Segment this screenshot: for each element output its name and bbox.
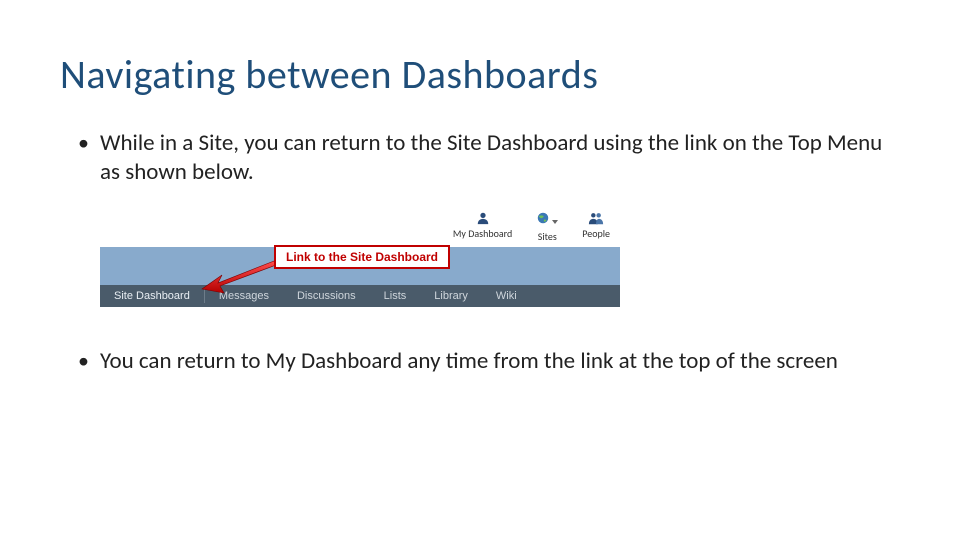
people-icon — [588, 211, 604, 225]
person-icon — [476, 211, 490, 225]
nav-people-label: People — [582, 227, 610, 240]
slide: Navigating between Dashboards While in a… — [0, 0, 960, 540]
tab-site-dashboard[interactable]: Site Dashboard — [100, 285, 204, 307]
bullet-1: While in a Site, you can return to the S… — [60, 129, 900, 187]
tab-lists[interactable]: Lists — [370, 285, 421, 307]
top-nav: My Dashboard Sites — [100, 205, 620, 247]
nav-my-dashboard-label: My Dashboard — [453, 227, 512, 240]
tab-wiki[interactable]: Wiki — [482, 285, 531, 307]
callout-box: Link to the Site Dashboard — [274, 245, 450, 269]
tab-discussions[interactable]: Discussions — [283, 285, 370, 307]
slide-title: Navigating between Dashboards — [60, 50, 900, 99]
bullet-2: You can return to My Dashboard any time … — [60, 347, 900, 376]
nav-people[interactable]: People — [582, 211, 610, 243]
tab-messages[interactable]: Messages — [205, 285, 283, 307]
chevron-down-icon — [552, 220, 558, 224]
blue-bar: Link to the Site Dashboard — [100, 247, 620, 285]
nav-sites[interactable]: Sites — [536, 211, 558, 243]
tab-library[interactable]: Library — [420, 285, 482, 307]
site-tab-bar: Site Dashboard Messages Discussions List… — [100, 285, 620, 307]
nav-sites-label: Sites — [538, 230, 557, 243]
screenshot-figure: My Dashboard Sites — [100, 205, 620, 307]
globe-icon-wrap — [536, 211, 558, 228]
nav-my-dashboard[interactable]: My Dashboard — [453, 211, 512, 243]
globe-icon — [536, 211, 550, 225]
